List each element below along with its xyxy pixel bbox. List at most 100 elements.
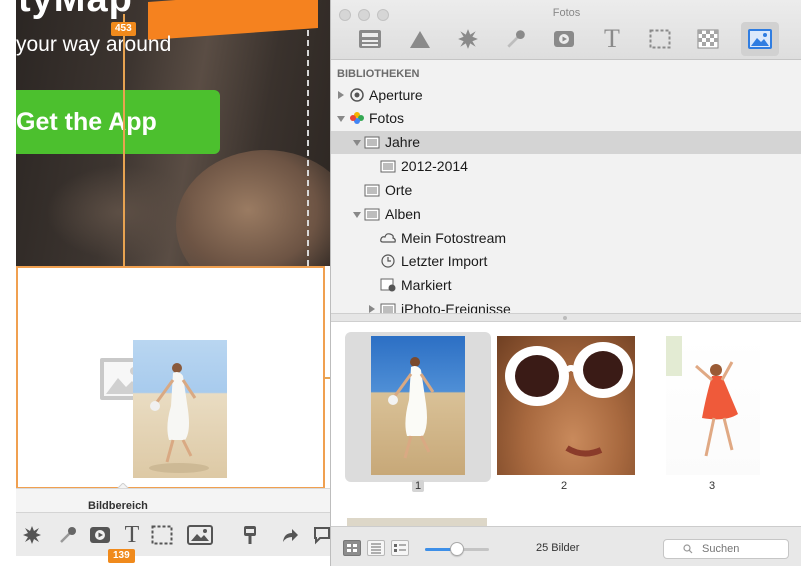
tree-label: Fotos xyxy=(369,110,405,126)
photo-cell[interactable] xyxy=(345,332,491,482)
tree-item-orte[interactable]: Orte xyxy=(331,179,801,202)
photo-thumbnail[interactable] xyxy=(371,336,465,475)
tree-label: Alben xyxy=(385,206,421,222)
photo-caption: 2 xyxy=(560,480,568,492)
split-view-divider[interactable] xyxy=(331,313,801,322)
photo-thumbnail[interactable] xyxy=(497,336,635,475)
selection-icon[interactable] xyxy=(150,523,174,547)
image-count: 25 Bilder xyxy=(536,542,580,554)
tree-label: Letzter Import xyxy=(401,253,488,269)
folder-icon xyxy=(380,303,396,313)
app-screen: tyMap your way around Get the App 453 xyxy=(0,0,801,566)
editor-canvas[interactable]: tyMap your way around Get the App 453 xyxy=(0,0,330,566)
photo-cell[interactable] xyxy=(639,332,785,482)
cloud-icon xyxy=(380,233,396,243)
media-browser-window: Fotos T BIBLIOTHEKEN Aperture Fotos Jahr… xyxy=(330,0,801,566)
flag-icon xyxy=(380,278,396,292)
tree-item-fotos[interactable]: Fotos xyxy=(331,107,801,130)
list-view-icon[interactable] xyxy=(367,540,385,556)
dashed-edge xyxy=(307,0,309,266)
tree-label: 2012-2014 xyxy=(401,158,468,174)
tree-label: Aperture xyxy=(369,87,423,103)
folder-icon xyxy=(364,184,380,197)
section-header: BIBLIOTHEKEN xyxy=(337,68,420,80)
tree-item-2012-2014[interactable]: 2012-2014 xyxy=(331,155,801,178)
tree-item-jahre[interactable]: Jahre xyxy=(331,131,801,154)
tree-label: Orte xyxy=(385,182,413,198)
hero-title[interactable]: tyMap xyxy=(18,0,133,21)
vertical-guide-line[interactable] xyxy=(123,14,125,268)
text-icon[interactable]: T xyxy=(593,22,631,56)
comment-icon[interactable] xyxy=(310,523,330,547)
photo-caption: 1 xyxy=(345,480,491,492)
video-icon[interactable] xyxy=(545,22,583,56)
photo-cell[interactable] xyxy=(491,332,637,482)
search-input[interactable] xyxy=(663,539,789,559)
tree-item-mein-fotostream[interactable]: Mein Fotostream xyxy=(331,227,801,250)
tree-item-alben[interactable]: Alben xyxy=(331,203,801,226)
tree-item-aperture[interactable]: Aperture xyxy=(331,84,801,107)
element-toolbar: T xyxy=(16,512,330,556)
tree-label: Markiert xyxy=(401,277,452,293)
browser-status-bar: 25 Bilder xyxy=(331,526,801,566)
clock-icon xyxy=(381,254,395,268)
folder-icon xyxy=(380,160,396,173)
burst-icon[interactable] xyxy=(20,523,44,547)
hero-image-block[interactable]: tyMap your way around Get the App xyxy=(16,0,330,266)
aperture-icon xyxy=(350,88,364,102)
tree-label: iPhoto-Ereignisse xyxy=(401,301,511,313)
guide-distance-badge-bottom: 139 xyxy=(108,549,135,563)
video-icon[interactable] xyxy=(88,523,112,547)
brush-icon[interactable] xyxy=(497,22,535,56)
photo-caption: 3 xyxy=(708,480,716,492)
share-icon[interactable] xyxy=(278,523,302,547)
shadow-shape xyxy=(46,165,196,260)
layout-icon[interactable] xyxy=(351,22,389,56)
tree-item-letzter-import[interactable]: Letzter Import xyxy=(331,250,801,273)
photo-thumbnail[interactable] xyxy=(666,336,760,475)
photos-icon[interactable] xyxy=(741,22,779,56)
red-dress-figure xyxy=(666,336,738,457)
orange-banner xyxy=(148,0,318,40)
sunglasses-portrait xyxy=(505,342,633,457)
tree-item-iphoto-ereignisse[interactable]: iPhoto-Ereignisse xyxy=(331,298,801,313)
window-titlebar[interactable]: Fotos T xyxy=(331,0,801,60)
get-the-app-button[interactable]: Get the App xyxy=(16,90,220,154)
burst-icon[interactable] xyxy=(449,22,487,56)
photos-app-icon xyxy=(350,112,364,124)
disclosure-down-icon[interactable] xyxy=(353,212,361,218)
dragged-photo-preview[interactable] xyxy=(133,340,227,478)
tree-label: Jahre xyxy=(385,134,421,150)
detail-view-icon[interactable] xyxy=(391,540,409,556)
folder-icon xyxy=(364,136,380,149)
photo-thumbnail-partial[interactable] xyxy=(347,518,487,526)
text-icon[interactable]: T xyxy=(120,522,144,548)
disclosure-down-icon[interactable] xyxy=(353,140,361,146)
tree-item-markiert[interactable]: Markiert xyxy=(331,274,801,297)
image-icon[interactable] xyxy=(186,523,214,547)
photo-grid[interactable]: 1 2 3 xyxy=(331,322,801,526)
slider-knob[interactable] xyxy=(450,542,464,556)
window-title: Fotos xyxy=(552,7,581,19)
brush-icon[interactable] xyxy=(56,523,80,547)
grid-view-icon[interactable] xyxy=(343,540,361,556)
search-icon xyxy=(683,544,693,554)
texture-icon[interactable] xyxy=(689,22,727,56)
disclosure-right-icon[interactable] xyxy=(369,305,375,313)
panel-header: Bildbereich xyxy=(16,488,330,512)
dancer-figure xyxy=(388,357,435,459)
library-source-list[interactable]: BIBLIOTHEKEN Aperture Fotos Jahre 2012-2… xyxy=(331,60,801,313)
image-placeholder-box[interactable] xyxy=(16,266,325,489)
tree-label: Mein Fotostream xyxy=(401,230,507,246)
folder-icon xyxy=(364,208,380,221)
hero-tagline[interactable]: your way around xyxy=(16,33,171,57)
pin-icon[interactable] xyxy=(238,523,262,547)
disclosure-right-icon[interactable] xyxy=(338,91,344,99)
guide-distance-badge: 453 xyxy=(111,22,136,36)
disclosure-down-icon[interactable] xyxy=(337,116,345,122)
panel-label: Bildbereich xyxy=(88,500,148,512)
shape-icon[interactable] xyxy=(401,22,439,56)
dancer-figure xyxy=(149,363,209,473)
selection-icon[interactable] xyxy=(641,22,679,56)
divider-grip xyxy=(563,316,567,320)
